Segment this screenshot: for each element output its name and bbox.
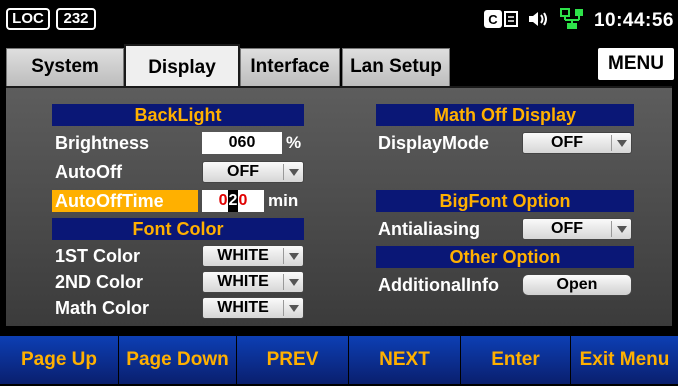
tab-lan-setup[interactable]: Lan Setup: [342, 48, 450, 86]
speaker-icon: [528, 10, 550, 32]
bigfont-option-header: BigFont Option: [376, 190, 634, 212]
autooff-label: AutoOff: [55, 162, 122, 182]
brightness-label: Brightness: [55, 133, 150, 153]
autoofftime-digit-3: 0: [238, 192, 248, 209]
mathcolor-label: Math Color: [55, 298, 149, 318]
network-icon: [559, 8, 584, 34]
chevron-down-icon: [612, 219, 632, 239]
backlight-header: BackLight: [52, 104, 304, 126]
menu-button[interactable]: MENU: [598, 48, 674, 80]
mathcolor-dropdown[interactable]: WHITE: [202, 297, 304, 319]
displaymode-dropdown[interactable]: OFF: [522, 132, 632, 154]
color2-value: WHITE: [217, 273, 269, 290]
exit-menu-softkey[interactable]: Exit Menu: [570, 336, 678, 384]
chevron-down-icon: [284, 162, 304, 182]
page-up-softkey[interactable]: Page Up: [0, 336, 118, 384]
display-settings-panel: BackLight Brightness 060 % AutoOff OFF A…: [6, 86, 672, 326]
color2-dropdown[interactable]: WHITE: [202, 271, 304, 293]
additionalinfo-open-button[interactable]: Open: [522, 274, 632, 296]
status-icons: C 10:44:56: [483, 8, 674, 34]
antialiasing-value: OFF: [551, 220, 583, 237]
autoofftime-unit: min: [268, 191, 299, 210]
softkey-bar: Page Up Page Down PREV NEXT Enter Exit M…: [0, 330, 678, 386]
tab-bar: System Display Interface Lan Setup MENU: [0, 40, 678, 86]
font-color-header: Font Color: [52, 218, 304, 240]
autoofftime-cursor-digit: 2: [227, 190, 239, 212]
autoofftime-field[interactable]: 0 2 0: [202, 190, 264, 212]
antialiasing-dropdown[interactable]: OFF: [522, 218, 632, 240]
displaymode-value: OFF: [551, 134, 583, 151]
clock: 10:44:56: [593, 10, 674, 31]
remote-count-indicator: 232: [56, 8, 96, 30]
brightness-unit: %: [286, 133, 302, 152]
autoofftime-label: AutoOffTime: [52, 190, 198, 212]
chevron-down-icon: [284, 272, 304, 292]
tab-interface[interactable]: Interface: [240, 48, 340, 86]
tab-display[interactable]: Display: [124, 44, 240, 86]
autooff-dropdown[interactable]: OFF: [202, 161, 304, 183]
calendar-icon: C: [483, 10, 518, 32]
color1-dropdown[interactable]: WHITE: [202, 245, 304, 267]
antialiasing-label: Antialiasing: [378, 219, 481, 239]
autoofftime-digit-1: 0: [218, 192, 228, 209]
prev-softkey[interactable]: PREV: [236, 336, 348, 384]
status-bar: LOC 232 C 10:44:56: [0, 0, 678, 40]
color1-value: WHITE: [217, 247, 269, 264]
additionalinfo-label: AdditionalInfo: [378, 275, 499, 295]
color2-label: 2ND Color: [55, 272, 144, 292]
enter-softkey[interactable]: Enter: [460, 336, 570, 384]
displaymode-label: DisplayMode: [378, 133, 490, 153]
page-down-softkey[interactable]: Page Down: [118, 336, 236, 384]
chevron-down-icon: [284, 246, 304, 266]
local-indicator: LOC: [6, 8, 50, 30]
other-option-header: Other Option: [376, 246, 634, 268]
color1-label: 1ST Color: [55, 246, 141, 266]
next-softkey[interactable]: NEXT: [348, 336, 460, 384]
chevron-down-icon: [612, 133, 632, 153]
autooff-value: OFF: [227, 163, 259, 180]
mathcolor-value: WHITE: [217, 299, 269, 316]
math-off-display-header: Math Off Display: [376, 104, 634, 126]
chevron-down-icon: [284, 298, 304, 318]
tab-system[interactable]: System: [6, 48, 124, 86]
brightness-field[interactable]: 060: [202, 132, 282, 154]
svg-text:C: C: [488, 12, 498, 27]
